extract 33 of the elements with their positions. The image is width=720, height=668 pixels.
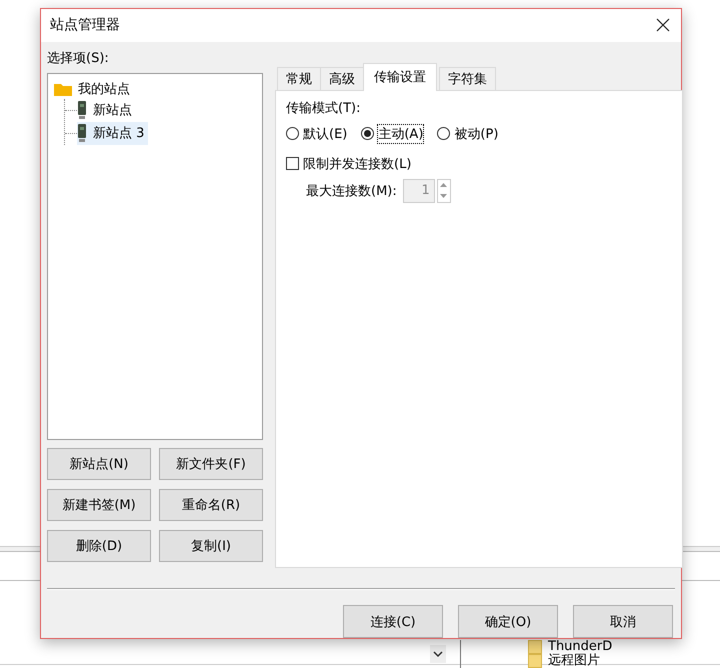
mode-radio[interactable]: 默认(E) — [286, 124, 348, 143]
dialog-button[interactable]: 取消 — [573, 605, 673, 638]
file-name[interactable]: 远程图片 — [548, 654, 600, 668]
tab[interactable]: 字符集 — [439, 66, 496, 91]
tab[interactable]: 常规 — [277, 66, 321, 91]
limit-checkbox[interactable]: 限制并发连接数(L) — [286, 154, 672, 173]
dialog-button[interactable]: 确定(O) — [458, 605, 558, 638]
action-button[interactable]: 删除(D) — [47, 530, 151, 562]
file-name[interactable]: ThunderD — [548, 640, 612, 654]
window-title: 站点管理器 — [50, 16, 120, 34]
mode-radio[interactable]: 被动(P) — [437, 124, 498, 143]
tree-item[interactable]: 新站点 3 — [77, 122, 148, 145]
select-label: 选择项(S): — [47, 50, 110, 67]
action-button[interactable]: 重命名(R) — [159, 488, 263, 521]
folder-icon — [528, 640, 542, 654]
folder-icon — [528, 654, 542, 668]
checkbox-icon[interactable] — [286, 157, 299, 170]
spin-buttons[interactable] — [436, 178, 451, 203]
action-button[interactable]: 复制(I) — [159, 530, 263, 562]
action-button[interactable]: 新站点(N) — [47, 448, 151, 480]
radio-icon[interactable] — [361, 127, 374, 140]
mode-radio[interactable]: 主动(A) — [361, 124, 424, 143]
mode-label: 传输模式(T): — [286, 100, 360, 116]
tree-item[interactable]: 新站点 — [77, 98, 136, 122]
max-label: 最大连接数(M): — [306, 182, 397, 200]
radio-icon[interactable] — [286, 127, 299, 140]
dialog-button[interactable]: 连接(C) — [343, 605, 443, 638]
action-button[interactable]: 新建书签(M) — [47, 488, 151, 521]
action-button[interactable]: 新文件夹(F) — [159, 448, 263, 480]
radio-icon[interactable] — [437, 127, 450, 140]
folder-icon — [54, 82, 72, 96]
tab[interactable]: 传输设置 — [363, 62, 437, 91]
tree-item[interactable]: 我的站点 — [54, 78, 134, 101]
